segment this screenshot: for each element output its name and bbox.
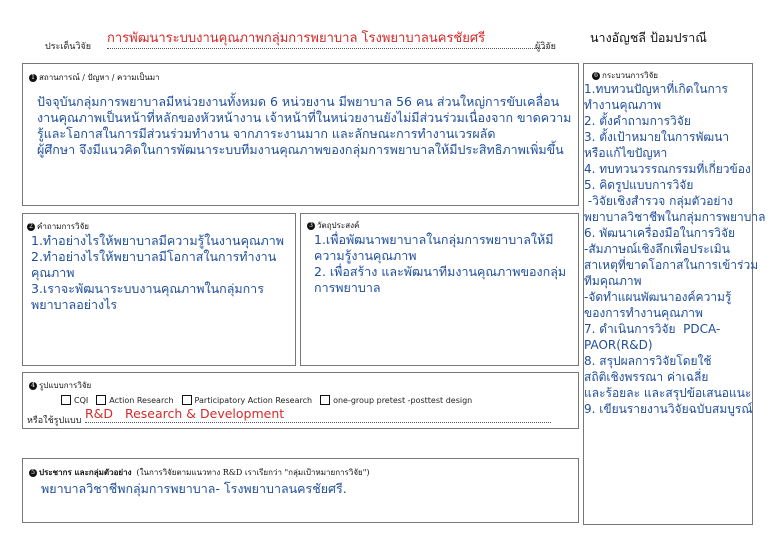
checkbox-action-research[interactable]: Action Research: [96, 395, 174, 405]
header-row: ประเด็นวิจัย การพัฒนาระบบงานคุณภาพกลุ่มก…: [45, 30, 725, 52]
section-title: ประชากร และกลุ่มตัวอย่าง: [39, 467, 132, 477]
text-line: 2.ทำอย่างไรให้พยาบาลมีโอกาสในการทำงาน: [31, 249, 277, 264]
process-text: 1.ทบทวนปัญหาที่เกิดในการ ทำงานคุณภาพ 2. …: [584, 81, 766, 417]
researcher-label: ผู้วิจัย: [535, 42, 556, 52]
section-number-badge: 4: [29, 381, 37, 390]
text-line: หรือแก้ไขปัญหา: [584, 146, 668, 160]
text-line: การพยาบาล: [314, 280, 381, 295]
checkbox-icon: [320, 395, 331, 405]
text-line: -วิจัยเชิงสำรวจ กลุ่มตัวอย่าง: [584, 194, 734, 208]
text-line: งานคุณภาพเป็นหน้าที่หลักของหัวหน้างาน เจ…: [37, 110, 572, 125]
researcher-value: นางอัญชลี ป้อมปราณี: [590, 30, 707, 45]
text-line: รู้และโอกาสในการมีส่วนร่วมทำงาน จากภาระง…: [37, 126, 496, 141]
checkbox-icon: [96, 395, 107, 405]
text-line: 2. เพื่อสร้าง และพัฒนาทีมงานคุณภาพของกลุ…: [314, 264, 567, 279]
questions-text: 1.ทำอย่างไรให้พยาบาลมีความรู้ในงานคุณภาพ…: [31, 233, 289, 313]
text-line: 5. คิดรูปแบบการวิจัย: [584, 178, 694, 192]
section-objectives: 3 วัตถุประสงค์ 1.เพื่อพัฒนาพยาบาลในกลุ่มก…: [300, 213, 579, 366]
text-line: PAOR(R&D): [584, 338, 653, 352]
section-title: คำถามการวิจัย: [37, 222, 89, 231]
text-line: 4. ทบทวนวรรณกรรมที่เกี่ยวข้อง: [584, 162, 751, 176]
section-number-badge: 5: [29, 468, 37, 477]
checkbox-icon: [61, 395, 71, 405]
checkbox-label: Action Research: [109, 395, 174, 405]
section-note: (ในการวิจัยตามแนวทาง R&D เราเรียกว่า "กล…: [136, 468, 370, 477]
text-line: -สัมภาษณ์เชิงลึกเพื่อประเมิน: [584, 242, 730, 256]
situation-text: ปัจจุบันกลุ่มการพยาบาลมีหน่วยงานทั้งหมด …: [37, 94, 571, 158]
text-line: -จัดทำแผนพัฒนาองค์ความรู้: [584, 290, 732, 304]
text-line: 6. พัฒนาเครื่องมือในการวิจัย: [584, 226, 736, 240]
text-line: พยาบาลอย่างไร: [31, 297, 118, 312]
other-design-label: หรือใช้รูปแบบ: [27, 416, 82, 426]
text-line: 1.เพื่อพัฒนาพยาบาลในกลุ่มการพยาบาลให้มี: [314, 232, 554, 247]
checkbox-one-group-pretest-posttest[interactable]: one-group pretest -posttest design: [320, 395, 472, 405]
section-research-process: 6 กระบวนการวิจัย 1.ทบทวนปัญหาที่เกิดในการ…: [583, 63, 766, 525]
section-population-sample: 5 ประชากร และกลุ่มตัวอย่าง (ในการวิจัยตามแ…: [22, 458, 579, 523]
section-title: สถานการณ์ / ปัญหา / ความเป็นมา: [39, 73, 160, 82]
text-line: สาเหตุที่ขาดโอกาสในการเข้าร่วม: [584, 258, 759, 272]
text-line: ของการทำงานคุณภาพ: [584, 306, 703, 320]
section-title: วัตถุประสงค์: [317, 221, 360, 230]
topic-value: การพัฒนาระบบงานคุณภาพกลุ่มการพยาบาล โรงพ…: [107, 30, 547, 49]
text-line: สถิติเชิงพรรณา ค่าเฉลี่ย: [584, 370, 709, 384]
checkbox-label: one-group pretest -posttest design: [333, 395, 473, 405]
text-line: 1.ทำอย่างไรให้พยาบาลมีความรู้ในงานคุณภาพ: [31, 233, 285, 248]
text-line: และร้อยละ และสรุปข้อเสนอแนะ: [584, 386, 752, 400]
text-line: ความรู้งานคุณภาพ: [314, 248, 417, 263]
text-line: ทีมคุณภาพ: [584, 274, 642, 288]
design-options: CQI Action Research Participatory Action…: [61, 395, 480, 405]
checkbox-icon: [181, 395, 192, 405]
checkbox-cqi[interactable]: CQI: [61, 395, 88, 405]
text-line: 9. เขียนรายงานวิจัยฉบับสมบูรณ์: [584, 402, 753, 416]
text-line: ทำงานคุณภาพ: [584, 98, 662, 112]
section-number-badge: 1: [29, 73, 37, 82]
text-line: 2. ตั้งคำถามการวิจัย: [584, 114, 691, 128]
other-design-value: R&D Research & Development: [85, 406, 551, 423]
text-line: ผู้ศึกษา จึงมีแนวคิดในการพัฒนาระบบทีมงาน…: [37, 142, 564, 157]
section-number-badge: 6: [592, 71, 600, 80]
section-title: รูปแบบการวิจัย: [39, 381, 92, 390]
topic-label: ประเด็นวิจัย: [45, 42, 92, 52]
checkbox-label: CQI: [74, 395, 89, 405]
text-line: พยาบาลวิชาชีพในกลุ่มการพยาบาล: [584, 210, 766, 224]
section-number-badge: 3: [307, 221, 315, 230]
text-line: 7. ดำเนินการวิจัย PDCA-: [584, 322, 721, 336]
section-number-badge: 2: [27, 222, 35, 231]
text-line: 3. ตั้งเป้าหมายในการพัฒนา: [584, 130, 730, 144]
text-line: 1.ทบทวนปัญหาที่เกิดในการ: [584, 82, 728, 96]
section-research-questions: 2 คำถามการวิจัย 1.ทำอย่างไรให้พยาบาลมีควา…: [22, 213, 296, 366]
population-value: พยาบาลวิชาชีพกลุ่มการพยาบาล- โรงพยาบาลนค…: [41, 481, 347, 496]
objectives-text: 1.เพื่อพัฒนาพยาบาลในกลุ่มการพยาบาลให้มี …: [314, 232, 572, 296]
text-line: 3.เราจะพัฒนาระบบงานคุณภาพในกลุ่มการ: [31, 281, 264, 296]
section-research-design: 4 รูปแบบการวิจัย CQI Action Research Part…: [22, 372, 579, 429]
section-situation: 1 สถานการณ์ / ปัญหา / ความเป็นมา ปัจจุบัน…: [22, 63, 579, 206]
text-line: คุณภาพ: [31, 265, 75, 280]
checkbox-participatory-action-research[interactable]: Participatory Action Research: [181, 395, 313, 405]
text-line: ปัจจุบันกลุ่มการพยาบาลมีหน่วยงานทั้งหมด …: [37, 94, 560, 109]
checkbox-label: Participatory Action Research: [194, 395, 313, 405]
text-line: 8. สรุปผลการวิจัยโดยใช้: [584, 354, 712, 368]
